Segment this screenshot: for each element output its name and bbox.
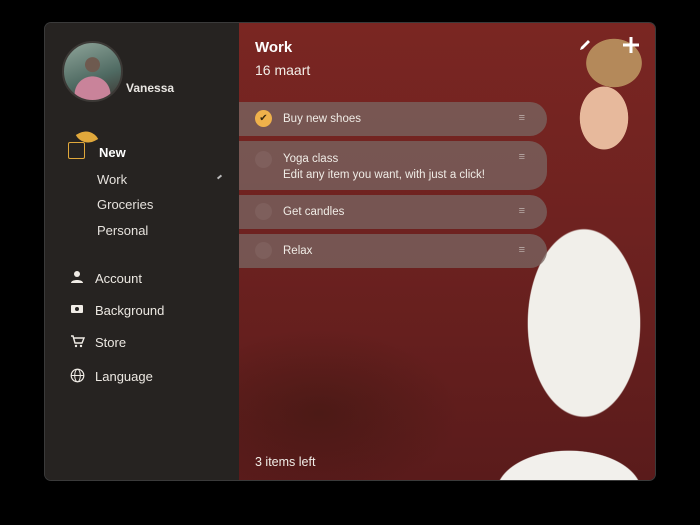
menu-store-label: Store: [95, 335, 127, 350]
menu-store[interactable]: Store: [69, 332, 219, 354]
drag-handle-icon[interactable]: ≡: [519, 151, 525, 163]
list-title: Work: [255, 39, 293, 56]
drag-handle-icon[interactable]: ≡: [519, 112, 525, 124]
menu-account[interactable]: Account: [69, 268, 219, 290]
drag-handle-icon[interactable]: ≡: [519, 244, 525, 256]
todo-item[interactable]: Relax ≡: [239, 234, 547, 268]
todo-text: Relax: [283, 245, 313, 257]
username: Vanessa: [126, 81, 175, 95]
todo-text: Yoga class: [283, 153, 339, 165]
todo-item[interactable]: Get candles ≡: [239, 195, 547, 229]
check-icon[interactable]: ✔: [255, 110, 272, 127]
todo-item[interactable]: ✔ Buy new shoes ≡: [239, 102, 547, 136]
todo-note: Edit any item you want, with just a clic…: [283, 169, 485, 181]
checkbox-icon[interactable]: [255, 203, 272, 220]
list-date: 16 maart: [255, 62, 311, 78]
ticket-icon: [69, 302, 85, 318]
todo-text: Get candles: [283, 206, 345, 218]
sidebar-item-work[interactable]: Work: [97, 172, 127, 187]
main-panel: Work 16 maart ✔ Buy new shoes ≡ Yoga cla…: [239, 23, 655, 480]
menu-language-label: Language: [95, 369, 153, 384]
menu-account-label: Account: [95, 271, 142, 286]
app-window: Vanessa New Work Groceries Personal Acco…: [45, 23, 655, 480]
add-item-button[interactable]: [621, 35, 643, 57]
items-left-count: 3 items left: [255, 455, 316, 469]
sidebar-item-personal[interactable]: Personal: [97, 223, 148, 238]
person-icon: [69, 270, 85, 286]
plus-icon: [623, 37, 639, 53]
globe-icon: [69, 368, 85, 384]
todo-item[interactable]: Yoga class Edit any item you want, with …: [239, 141, 547, 190]
checkbox-icon[interactable]: [255, 242, 272, 259]
cart-icon: [69, 334, 85, 350]
pencil-icon: [580, 40, 590, 50]
drag-handle-icon[interactable]: ≡: [519, 205, 525, 217]
todo-text: Buy new shoes: [283, 113, 361, 125]
new-list-label: New: [99, 145, 126, 160]
sidebar: Vanessa New Work Groceries Personal Acco…: [45, 23, 239, 480]
menu-language[interactable]: Language: [69, 366, 219, 388]
menu-background-label: Background: [95, 303, 165, 318]
sidebar-item-groceries[interactable]: Groceries: [97, 197, 153, 212]
new-list-icon: [68, 142, 85, 159]
avatar[interactable]: [62, 41, 123, 102]
edit-button[interactable]: [577, 37, 595, 55]
menu-background[interactable]: Background: [69, 300, 219, 322]
new-list-button[interactable]: New: [68, 126, 218, 162]
checkbox-icon[interactable]: [255, 151, 272, 168]
